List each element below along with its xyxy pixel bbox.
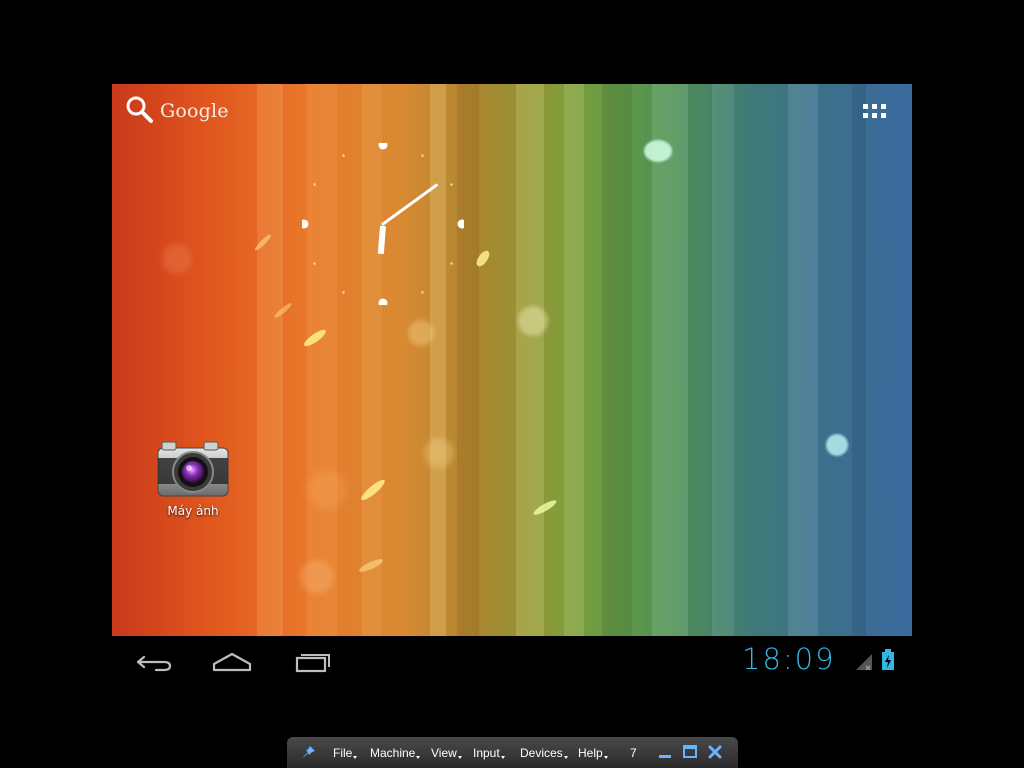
menu-devices[interactable]: Devices [520,746,568,760]
clock-minor-tick [450,262,453,265]
clock-minor-tick [450,183,453,186]
minimize-icon[interactable] [657,744,673,760]
wallpaper-bokeh [518,306,548,336]
clock-minor-tick [421,291,424,294]
google-search-label: Google [160,100,229,122]
pin-icon[interactable] [301,744,317,760]
menu-view[interactable]: View [431,746,462,760]
wallpaper-stripe [564,84,584,636]
status-clock: 18:09 [742,642,836,676]
clock-major-tick [378,298,388,308]
android-home-screen: Google Máy ảnh [112,84,912,636]
home-icon [212,652,252,672]
clock-hour-hand [377,225,386,255]
analog-clock-widget[interactable] [299,140,467,308]
clock-major-tick [299,219,309,229]
search-icon [124,94,154,128]
clock-minor-tick [421,154,424,157]
wallpaper-bokeh [826,434,848,456]
recent-apps-icon [295,654,330,673]
clock-major-tick [457,219,467,229]
wallpaper-stripe [852,84,866,636]
wallpaper-stripe [652,84,688,636]
back-icon [136,655,172,672]
wallpaper-bokeh [307,470,347,510]
wallpaper-stripe [257,84,283,636]
google-search-widget[interactable]: Google [124,94,229,128]
menu-file[interactable]: File [333,746,357,760]
camera-shortcut-label: Máy ảnh [167,504,219,518]
screen-number: 7 [630,746,637,760]
vbox-mini-toolbar: File Machine View Input Devices Help 7 [287,737,738,768]
wallpaper-stripe [788,84,818,636]
wallpaper-bokeh [424,438,454,468]
back-button[interactable] [124,646,180,678]
all-apps-button[interactable] [856,98,896,126]
camera-app-shortcut[interactable]: Máy ảnh [148,432,238,524]
wallpaper-stripe [712,84,734,636]
wallpaper-bokeh [644,140,672,162]
menu-help[interactable]: Help [578,746,608,760]
home-button[interactable] [204,646,260,678]
wallpaper-bokeh [300,560,334,594]
battery-icon [880,648,896,672]
clock-minor-tick [313,183,316,186]
wallpaper-bokeh [408,320,434,346]
wallpaper-stripe [602,84,632,636]
clock-minor-tick [342,154,345,157]
clock-major-tick [378,140,388,150]
system-navigation-bar: 18:09 [112,636,912,688]
restore-icon[interactable] [682,744,698,760]
clock-minute-hand [381,183,438,226]
menu-input[interactable]: Input [473,746,505,760]
close-icon[interactable] [707,744,723,760]
signal-icon [854,650,874,672]
menu-machine[interactable]: Machine [370,746,420,760]
all-apps-grid-icon [863,104,886,118]
wallpaper-bokeh [162,244,192,274]
clock-minor-tick [342,291,345,294]
clock-minor-tick [313,262,316,265]
recent-apps-button[interactable] [284,646,340,678]
wallpaper-stripe [516,84,544,636]
camera-icon [157,441,229,497]
